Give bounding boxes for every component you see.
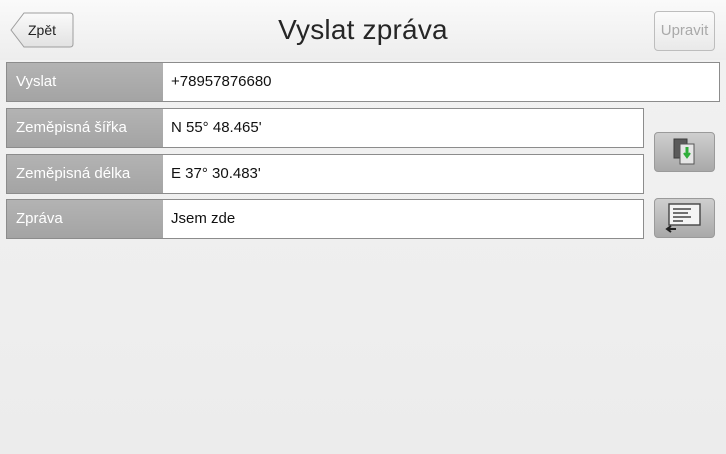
copy-position-icon bbox=[673, 138, 695, 165]
longitude-field[interactable]: E 37° 30.483' bbox=[171, 155, 639, 193]
latitude-field[interactable]: N 55° 48.465' bbox=[171, 109, 639, 147]
message-label: Zpráva bbox=[7, 200, 163, 238]
edit-button[interactable]: Upravit bbox=[654, 11, 715, 51]
send-message-screen: Zpět Vyslat zpráva Upravit Vyslat +78957… bbox=[0, 0, 726, 454]
recipient-row[interactable]: Vyslat +78957876680 bbox=[6, 62, 720, 102]
recipient-label: Vyslat bbox=[7, 63, 163, 101]
insert-message-icon bbox=[665, 203, 701, 233]
copy-position-button[interactable] bbox=[654, 132, 715, 172]
message-row[interactable]: Zpráva Jsem zde bbox=[6, 199, 644, 239]
longitude-label: Zeměpisná délka bbox=[7, 155, 163, 193]
header-bar: Zpět Vyslat zpráva Upravit bbox=[0, 0, 726, 60]
longitude-row[interactable]: Zeměpisná délka E 37° 30.483' bbox=[6, 154, 644, 194]
recipient-field[interactable]: +78957876680 bbox=[171, 63, 715, 101]
insert-message-button[interactable] bbox=[654, 198, 715, 238]
latitude-label: Zeměpisná šířka bbox=[7, 109, 163, 147]
latitude-row[interactable]: Zeměpisná šířka N 55° 48.465' bbox=[6, 108, 644, 148]
page-title: Vyslat zpráva bbox=[278, 14, 448, 45]
message-field[interactable]: Jsem zde bbox=[171, 200, 639, 238]
